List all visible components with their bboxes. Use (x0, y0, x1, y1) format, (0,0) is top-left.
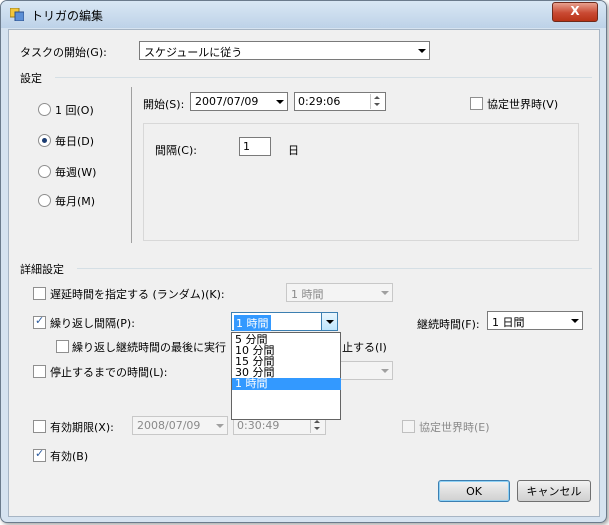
expire-checkbox[interactable] (33, 420, 46, 433)
stop-after-label: 停止するまでの時間(L): (50, 366, 168, 379)
cancel-button[interactable]: キャンセル (517, 480, 591, 502)
settings-group-label: 設定 (20, 72, 42, 85)
delay-select[interactable]: 1 時間 (286, 283, 393, 302)
radio-daily-label: 毎日(D) (55, 135, 95, 148)
expire-utc-label: 協定世界時(E) (419, 421, 490, 434)
start-time-value: 0:29:06 (298, 95, 341, 108)
radio-weekly-label: 毎週(W) (55, 166, 97, 179)
edit-trigger-dialog: トリガの編集 X タスクの開始(G): スケジュールに従う 設定 1 回(O) … (0, 0, 607, 523)
interval-input[interactable]: 1 (239, 137, 271, 156)
repeat-checkbox[interactable]: ✓ (33, 314, 46, 329)
duration-label: 継続時間(F): (417, 318, 480, 331)
expire-time-value: 0:30:49 (237, 419, 280, 432)
enabled-checkbox[interactable]: ✓ (33, 447, 46, 462)
radio-weekly[interactable] (38, 165, 51, 178)
repeat-label: 繰り返し間隔(P): (50, 317, 135, 330)
radio-monthly[interactable] (38, 194, 51, 207)
radio-selected-dot (42, 138, 47, 143)
duration-value: 1 日間 (492, 316, 525, 329)
chevron-down-icon (276, 100, 284, 104)
ok-button[interactable]: OK (438, 480, 510, 502)
expire-date-value: 2008/07/09 (137, 419, 201, 432)
radio-once-label: 1 回(O) (55, 104, 94, 117)
spin-up-icon (374, 96, 380, 99)
repeat-select[interactable]: 1 時間 (231, 312, 338, 331)
spin-down-icon (374, 103, 380, 106)
utc-checkbox[interactable] (470, 97, 483, 110)
chevron-down-icon (216, 424, 224, 428)
start-date-value: 2007/07/09 (195, 95, 259, 108)
stop-at-end-label: 繰り返し継続時間の最後に実行 (72, 341, 226, 354)
expire-label: 有効期限(X): (50, 421, 114, 434)
spin-up-icon (314, 420, 320, 423)
chevron-down-icon (418, 49, 426, 53)
advanced-group-label: 詳細設定 (20, 263, 64, 276)
dialog-content: タスクの開始(G): スケジュールに従う 設定 1 回(O) 毎日(D) 毎週(… (8, 29, 600, 517)
start-date-picker[interactable]: 2007/07/09 (190, 92, 288, 111)
recurrence-panel (143, 123, 579, 241)
delay-value: 1 時間 (291, 288, 324, 301)
expire-utc-checkbox[interactable] (402, 420, 415, 433)
close-button[interactable]: X (552, 2, 598, 22)
delay-checkbox[interactable] (33, 287, 46, 300)
title-bar[interactable]: トリガの編集 X (1, 1, 606, 28)
radio-monthly-label: 毎月(M) (55, 195, 96, 208)
interval-value: 1 (243, 140, 250, 153)
delay-label: 遅延時間を指定する (ランダム)(K): (50, 288, 225, 301)
duration-select[interactable]: 1 日間 (487, 311, 583, 330)
stop-at-end-label-tail: 止する(I) (342, 341, 387, 354)
stop-at-end-checkbox[interactable] (56, 340, 69, 353)
repeat-interval-dropdown: 5 分間 10 分間 15 分間 30 分間 1 時間 (231, 332, 341, 420)
time-spinner[interactable] (370, 94, 384, 109)
chevron-down-icon (381, 369, 389, 373)
utc-label: 協定世界時(V) (487, 98, 559, 111)
radio-once[interactable] (38, 103, 51, 116)
checkmark-icon: ✓ (35, 447, 45, 460)
expire-date-picker[interactable]: 2008/07/09 (132, 416, 228, 435)
stop-after-checkbox[interactable] (33, 365, 46, 378)
window-title: トリガの編集 (31, 9, 104, 23)
start-time-input[interactable]: 0:29:06 (294, 92, 386, 111)
settings-group-divider (55, 77, 592, 78)
start-label: 開始(S): (143, 98, 185, 111)
enabled-label: 有効(B) (50, 450, 89, 463)
interval-unit: 日 (288, 144, 299, 157)
chevron-down-icon (571, 319, 579, 323)
task-start-label: タスクの開始(G): (20, 46, 107, 59)
spin-down-icon (314, 427, 320, 430)
interval-label: 間隔(C): (155, 144, 197, 157)
dropdown-option-selected[interactable]: 1 時間 (232, 378, 341, 390)
task-start-select[interactable]: スケジュールに従う (139, 41, 430, 60)
chevron-down-icon (326, 320, 334, 324)
advanced-group-divider (77, 268, 592, 269)
checkmark-icon: ✓ (35, 314, 45, 327)
task-start-value: スケジュールに従う (144, 46, 243, 59)
task-scheduler-icon (10, 8, 24, 21)
vertical-divider (131, 87, 132, 243)
chevron-down-icon (381, 291, 389, 295)
time-spinner[interactable] (310, 418, 324, 433)
repeat-value: 1 時間 (234, 315, 271, 331)
radio-daily[interactable] (38, 134, 51, 147)
